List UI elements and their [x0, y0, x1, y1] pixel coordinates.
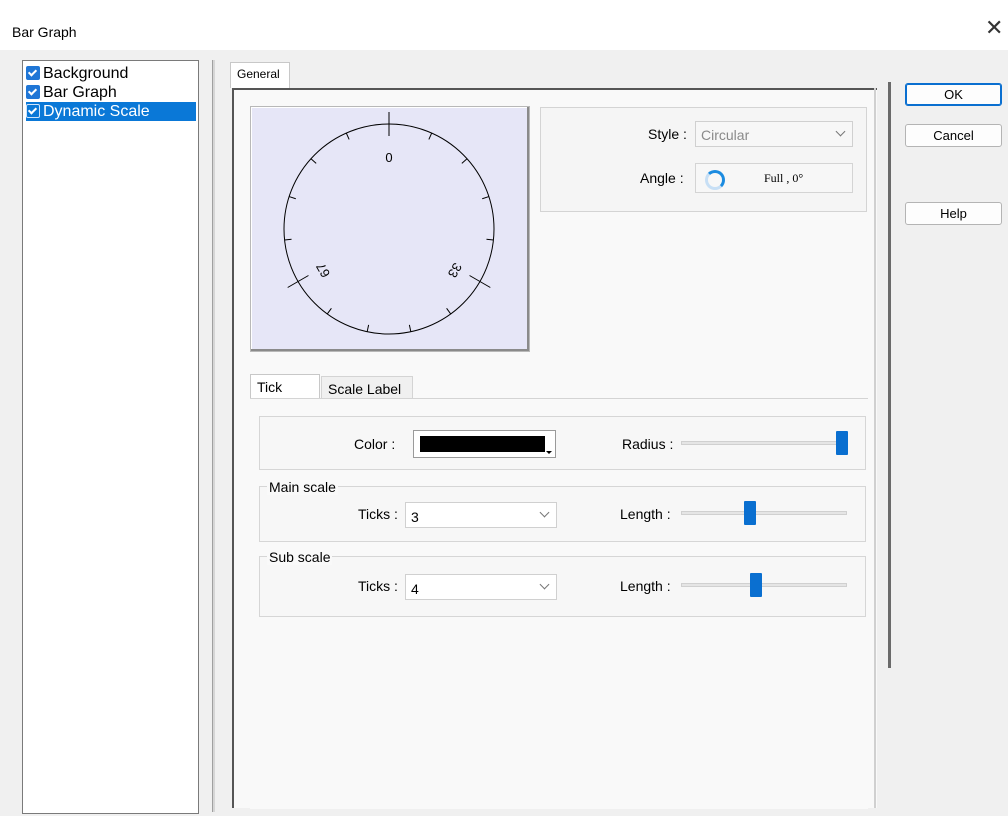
- sub-tick: [482, 196, 490, 200]
- sub-tick: [446, 307, 452, 315]
- sub-tick: [428, 132, 433, 140]
- sub-tick: [310, 158, 317, 164]
- sub-tick: [284, 238, 292, 241]
- tab-scale-label[interactable]: Scale Label: [321, 376, 413, 400]
- sub-tick: [408, 324, 412, 332]
- main-length-slider-thumb[interactable]: [744, 501, 756, 525]
- sub-scale-title: Sub scale: [267, 549, 333, 565]
- scale-preview: 0 33 67: [250, 106, 530, 352]
- sub-length-label: Length :: [620, 578, 671, 594]
- angle-value: Full , 0°: [764, 171, 804, 185]
- tree-item-bar-graph[interactable]: Bar Graph: [26, 83, 117, 102]
- cancel-button[interactable]: Cancel: [905, 124, 1002, 147]
- checkbox-icon[interactable]: [26, 103, 40, 118]
- style-combo: Circular: [695, 121, 853, 147]
- color-picker[interactable]: [413, 430, 556, 458]
- color-swatch-fill: [420, 436, 545, 452]
- main-scale-title: Main scale: [267, 479, 338, 495]
- arc-icon: [705, 170, 725, 190]
- chevron-down-icon: [539, 507, 550, 518]
- sub-ticks-combo[interactable]: 4: [405, 574, 557, 600]
- tree-item-label: Background: [43, 65, 129, 82]
- button-separator: [888, 82, 891, 668]
- title-bar: [0, 0, 1008, 50]
- checkbox-icon[interactable]: [26, 84, 40, 99]
- component-tree[interactable]: Background Bar Graph Dynamic Scale: [22, 60, 199, 814]
- angle-button[interactable]: Full , 0°: [695, 163, 853, 193]
- scale-label-33: 33: [445, 260, 465, 280]
- style-value: Circular: [701, 127, 750, 143]
- close-icon[interactable]: ✕: [985, 17, 1007, 39]
- sub-tick: [461, 158, 468, 164]
- help-button[interactable]: Help: [905, 202, 1002, 225]
- sub-tick: [345, 132, 350, 140]
- main-tick: [287, 275, 309, 288]
- main-tick: [469, 275, 491, 288]
- panel-right-edge: [874, 88, 876, 808]
- sub-tick: [366, 324, 370, 332]
- radius-label: Radius :: [622, 436, 674, 452]
- sub-tick: [288, 196, 296, 200]
- tab-tick-mark[interactable]: Tick Mark: [250, 374, 320, 419]
- main-ticks-combo[interactable]: 3: [405, 502, 557, 528]
- splitter[interactable]: [212, 60, 215, 812]
- sub-tick: [486, 238, 494, 241]
- main-length-label: Length :: [620, 506, 671, 522]
- sub-length-slider-thumb[interactable]: [750, 573, 762, 597]
- main-ticks-value: 3: [411, 509, 419, 525]
- tree-item-label: Dynamic Scale: [43, 103, 150, 120]
- radius-slider-track[interactable]: [681, 441, 847, 445]
- main-length-slider-track[interactable]: [681, 511, 847, 515]
- tree-item-label: Bar Graph: [43, 84, 117, 101]
- scale-label-0: 0: [385, 150, 392, 165]
- main-ticks-label: Ticks :: [358, 506, 398, 522]
- ok-button[interactable]: OK: [905, 83, 1002, 106]
- angle-label: Angle :: [640, 170, 684, 186]
- style-label: Style :: [648, 126, 687, 142]
- checkbox-icon[interactable]: [26, 65, 40, 80]
- window-title: Bar Graph: [12, 24, 77, 40]
- sub-length-slider-track[interactable]: [681, 583, 847, 587]
- scale-label-67: 67: [313, 260, 333, 280]
- color-label: Color :: [354, 436, 396, 452]
- sub-ticks-label: Ticks :: [358, 578, 398, 594]
- dial-graphic: 0 33 67: [283, 112, 495, 335]
- radius-slider-thumb[interactable]: [836, 431, 848, 455]
- tree-item-background[interactable]: Background: [26, 64, 128, 83]
- tree-item-dynamic-scale[interactable]: Dynamic Scale: [26, 102, 196, 121]
- sub-ticks-value: 4: [411, 581, 419, 597]
- sub-tick: [326, 307, 332, 315]
- tab-general[interactable]: General: [230, 62, 290, 88]
- chevron-down-icon: [835, 126, 846, 137]
- chevron-down-icon: [539, 579, 550, 590]
- dropdown-arrow-icon: [546, 451, 552, 454]
